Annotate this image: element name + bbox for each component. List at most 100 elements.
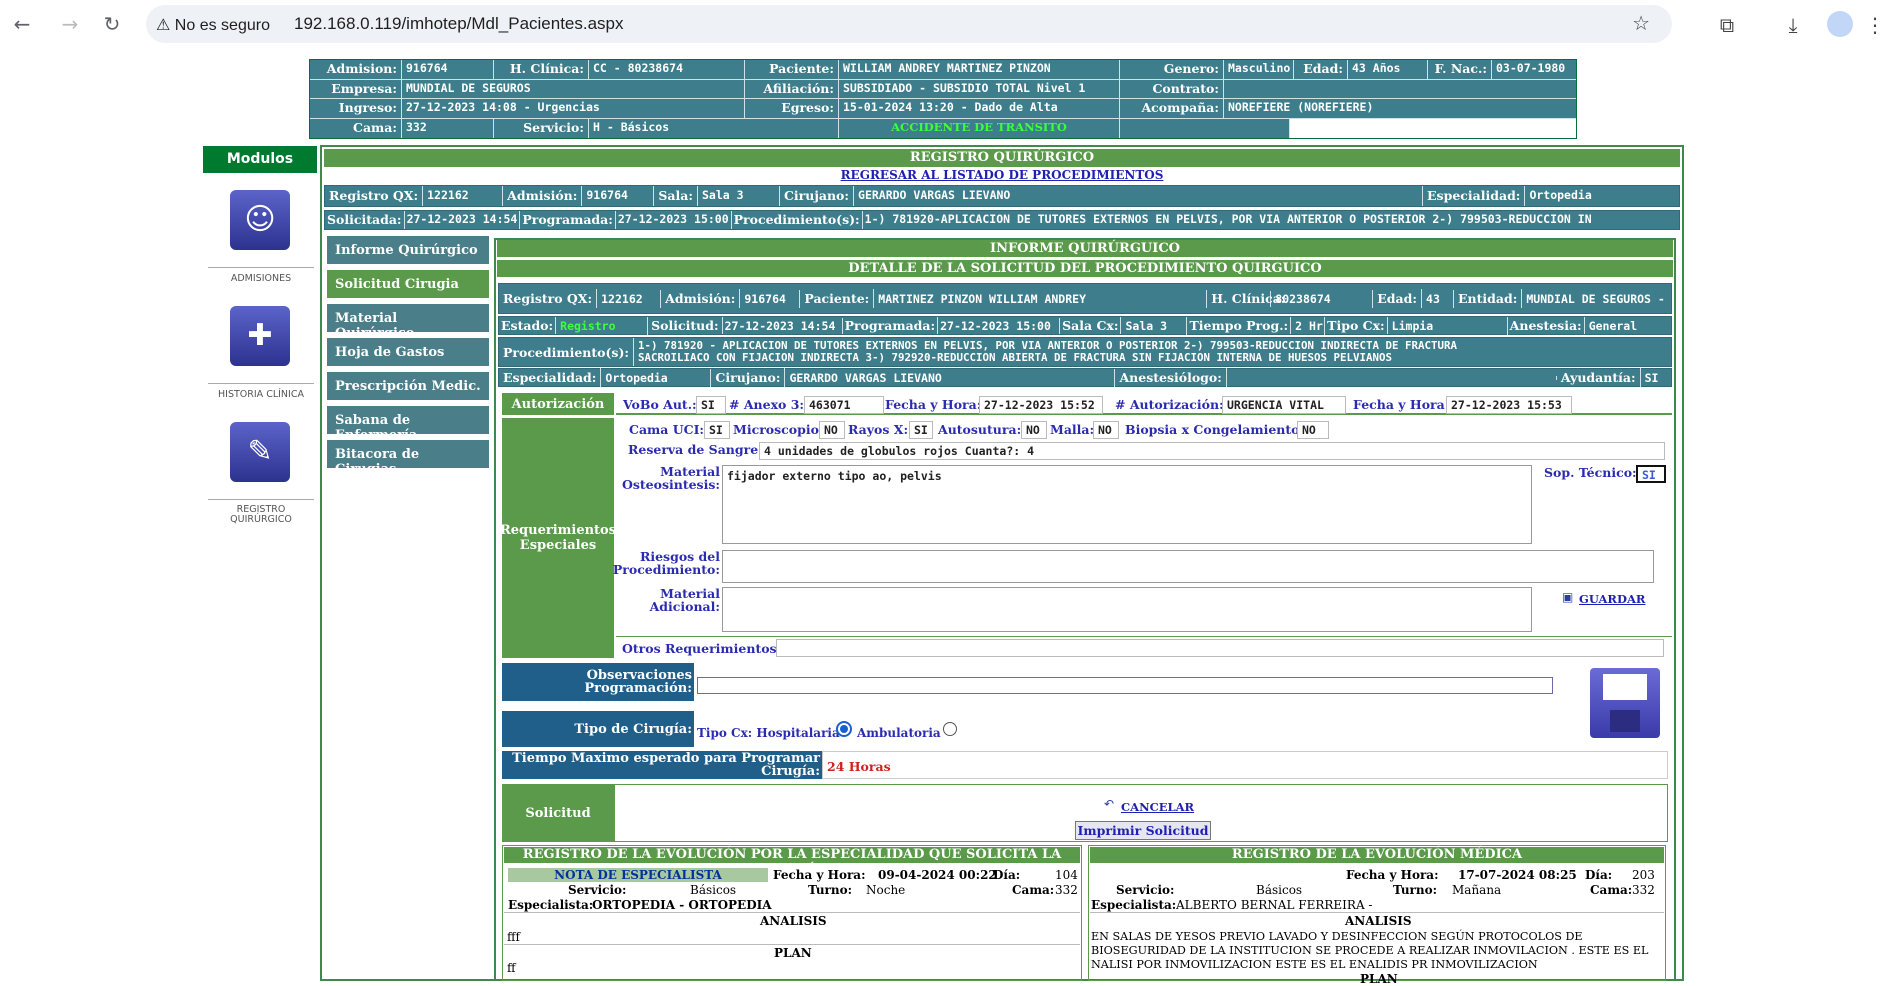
download-icon[interactable]: ⤓ bbox=[1780, 12, 1806, 38]
contrato-value bbox=[1224, 79, 1576, 98]
cancelar-link[interactable]: CANCELAR bbox=[1121, 800, 1194, 814]
afiliacion-value: SUBSIDIADO - SUBSIDIO TOTAL Nivel 1 bbox=[839, 79, 1120, 98]
menu-hoja-gastos[interactable]: Hoja de Gastos bbox=[327, 338, 489, 369]
menu-prescripcion[interactable]: Prescripción Medic. bbox=[327, 372, 489, 403]
floppy-save-icon[interactable] bbox=[1590, 668, 1660, 738]
autorizacion-title: Autorización bbox=[502, 393, 614, 415]
genero-value: Masculino bbox=[1224, 60, 1294, 79]
informe-proc-row: Procedimiento(s): 1-) 781920 - APLICACIO… bbox=[498, 337, 1672, 367]
autorizacion-fecha-value[interactable]: 27-12-2023 15:53 bbox=[1446, 396, 1572, 414]
evolucion-especialidad-title: REGISTRO DE LA EVOLUCIÓN POR LA ESPECIAL… bbox=[504, 847, 1080, 878]
menu-sabana-enfermeria[interactable]: Sabana de Enfermería bbox=[327, 406, 489, 443]
menu-bitacora[interactable]: Bitacora de Cirugias bbox=[327, 440, 489, 477]
cama-label: Cama: bbox=[310, 118, 402, 138]
informe-title: INFORME QUIRÚRGUICO bbox=[497, 240, 1673, 257]
address-bar[interactable]: ⚠ No es seguro 192.168.0.119/imhotep/Mdl… bbox=[146, 5, 1672, 43]
nota-especialista: NOTA DE ESPECIALISTA bbox=[508, 868, 768, 882]
paciente-value: WILLIAM ANDREY MARTINEZ PINZON bbox=[839, 60, 1120, 79]
acompana-label: Acompaña: bbox=[1120, 99, 1224, 118]
forward-icon[interactable]: → bbox=[58, 12, 82, 36]
registro-info-row: Registro QX: 122162 Admisión: 916764 Sala:… bbox=[324, 185, 1680, 207]
ambulatoria-label: Ambulatoria bbox=[857, 726, 941, 740]
vobo-value[interactable]: SI bbox=[696, 396, 726, 414]
uci-value[interactable]: SI bbox=[704, 421, 730, 439]
ingreso-label: Ingreso: bbox=[310, 99, 402, 118]
informe-patient-row: Registro QX: 122162 Admisión: 916764 Pacie… bbox=[498, 283, 1672, 314]
star-icon[interactable]: ☆ bbox=[1632, 11, 1650, 35]
back-to-list-link[interactable]: REGRESAR AL LISTADO DE PROCEDIMIENTOS bbox=[841, 168, 1164, 182]
profile-icon[interactable] bbox=[1827, 11, 1853, 37]
egreso-value: 15-01-2024 13:20 - Dado de Alta bbox=[839, 99, 1120, 118]
patient-header: Admision: 916764 H. Clínica: CC - 802386… bbox=[309, 59, 1577, 139]
admision-value: 916764 bbox=[402, 60, 494, 79]
cancel-icon[interactable]: ↶ bbox=[1104, 797, 1114, 811]
riesgos-textarea[interactable] bbox=[722, 550, 1654, 583]
microscopio-value[interactable]: NO bbox=[819, 421, 845, 439]
informe-esp-row: Especialidad: Ortopedia Cirujano: GERARDO … bbox=[498, 368, 1672, 387]
ingreso-value: 27-12-2023 14:08 - Urgencias bbox=[402, 99, 745, 118]
guardar-link[interactable]: GUARDAR bbox=[1579, 592, 1645, 606]
reload-icon[interactable]: ↻ bbox=[100, 12, 124, 36]
menu-solicitud-cirugia[interactable]: Solicitud Cirugia bbox=[327, 270, 489, 301]
historia-clinica-label[interactable]: HISTORIA CLÍNICA bbox=[208, 383, 314, 400]
admisiones-icon[interactable]: ☺ bbox=[230, 190, 290, 250]
tiempo-max-value: 24 Horas bbox=[827, 759, 891, 774]
anexo-fecha-value[interactable]: 27-12-2023 15:52 bbox=[979, 396, 1103, 414]
empresa-value: MUNDIAL DE SEGUROS bbox=[402, 79, 745, 98]
empresa-label: Empresa: bbox=[310, 79, 402, 98]
observaciones-input[interactable] bbox=[697, 677, 1553, 694]
registro-title: REGISTRO QUIRÚRGICO bbox=[324, 149, 1680, 167]
contrato-label: Contrato: bbox=[1120, 79, 1224, 98]
security-label: No es seguro bbox=[174, 17, 270, 34]
admision-label: Admision: bbox=[310, 60, 402, 79]
modulos-title: Modulos bbox=[203, 146, 317, 173]
reserva-sangre-field[interactable]: 4 unidades de globulos rojos Cuanta?: 4 bbox=[759, 442, 1665, 460]
warning-icon: ⚠ bbox=[156, 17, 171, 34]
accidente-badge: ACCIDENTE DE TRANSITO bbox=[839, 118, 1120, 138]
edad-value: 43 Años bbox=[1348, 60, 1428, 79]
imprimir-solicitud-button[interactable]: Imprimir Solicitud bbox=[1075, 821, 1211, 840]
servicio-label: Servicio: bbox=[494, 118, 589, 138]
rayosx-value[interactable]: SI bbox=[909, 421, 933, 439]
malla-value[interactable]: NO bbox=[1093, 421, 1119, 439]
hclinica-label: H. Clínica: bbox=[494, 60, 589, 79]
informe-estado-row: Estado: Registro Solicitud: 27-12-2023 14:… bbox=[498, 316, 1672, 335]
autosutura-value[interactable]: NO bbox=[1021, 421, 1047, 439]
afiliacion-label: Afiliación: bbox=[745, 79, 839, 98]
anexo-value[interactable]: 463071 bbox=[804, 396, 884, 414]
registro-proc-row: Solicitada: 27-12-2023 14:54 Programada: 2… bbox=[324, 210, 1680, 230]
observaciones-label: Observaciones Programación: bbox=[502, 663, 694, 701]
historia-clinica-icon[interactable]: ✚ bbox=[230, 306, 290, 366]
biopsia-value[interactable]: NO bbox=[1297, 421, 1329, 439]
browser-toolbar: ← → ↻ ⚠ No es seguro 192.168.0.119/imhot… bbox=[0, 0, 1894, 49]
acompana-value: NOREFIERE (NOREFIERE) bbox=[1224, 99, 1576, 118]
material-adicional-textarea[interactable] bbox=[722, 587, 1532, 632]
fnac-value: 03-07-1980 bbox=[1492, 60, 1576, 79]
paciente-label: Paciente: bbox=[745, 60, 839, 79]
menu-informe-quirurgico[interactable]: Informe Quirúrgico bbox=[327, 236, 489, 267]
informe-subtitle: DETALLE DE LA SOLICITUD DEL PROCEDIMIENT… bbox=[497, 260, 1673, 277]
fnac-label: F. Nac.: bbox=[1428, 60, 1492, 79]
menu-material-quirurgico[interactable]: Material Quirúrgico bbox=[327, 304, 489, 341]
osteosintesis-textarea[interactable]: fijador externo tipo ao, pelvis bbox=[722, 465, 1532, 544]
save-icon[interactable]: ▣ bbox=[1562, 590, 1573, 604]
menu-icon[interactable]: ⋮ bbox=[1862, 12, 1888, 38]
ambulatoria-radio[interactable] bbox=[943, 722, 957, 736]
back-icon[interactable]: ← bbox=[10, 12, 34, 36]
servicio-value: H - Básicos bbox=[589, 118, 839, 138]
registro-quirurgico-label[interactable]: REGISTRO QUIRÚRGICO bbox=[208, 499, 314, 525]
admisiones-label[interactable]: ADMISIONES bbox=[208, 267, 314, 284]
sop-tecnico-field[interactable]: SI bbox=[1636, 465, 1666, 483]
extensions-icon[interactable]: ⧉ bbox=[1714, 12, 1740, 38]
url-text[interactable]: 192.168.0.119/imhotep/Mdl_Pacientes.aspx bbox=[294, 14, 624, 34]
requerimientos-title: Requerimientos Especiales bbox=[500, 418, 616, 658]
registro-quirurgico-icon[interactable]: ✎ bbox=[230, 422, 290, 482]
tiempo-max-label: Tiempo Maximo esperado para Programar Ci… bbox=[502, 751, 822, 779]
otros-requerimientos-field[interactable] bbox=[776, 639, 1664, 657]
autorizacion-value[interactable]: URGENCIA VITAL bbox=[1222, 396, 1346, 414]
hospitalaria-radio[interactable] bbox=[836, 721, 852, 737]
egreso-label: Egreso: bbox=[745, 99, 839, 118]
estado-badge: Registro bbox=[556, 316, 649, 335]
genero-label: Genero: bbox=[1120, 60, 1224, 79]
proc-line-2: SACROILIACO CON FIJACION INDIRECTA 3-) 7… bbox=[637, 351, 1393, 364]
